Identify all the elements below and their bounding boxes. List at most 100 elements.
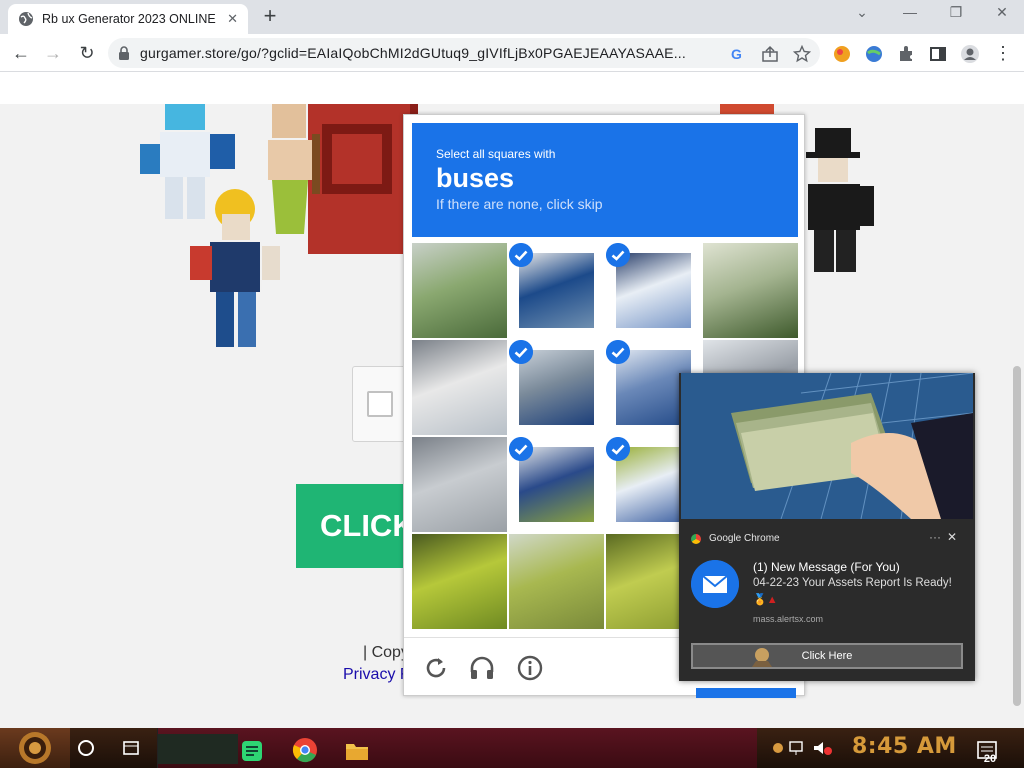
click-here-button[interactable]: Click Here <box>691 643 963 669</box>
captcha-tile[interactable] <box>703 243 798 338</box>
svg-text:G: G <box>731 46 742 62</box>
captcha-tile-image <box>412 340 507 435</box>
extension-orange-icon[interactable] <box>832 44 852 64</box>
taskbar-app-strip <box>157 728 757 768</box>
cash-in-hand-image <box>681 373 973 519</box>
captcha-header: Select all squares with buses If there a… <box>412 123 798 237</box>
side-panel-icon[interactable] <box>928 44 948 64</box>
volume-muted-icon[interactable] <box>812 740 832 756</box>
captcha-tile-image <box>412 437 507 532</box>
search-circle-icon[interactable] <box>70 728 102 768</box>
captcha-tile[interactable] <box>509 243 604 338</box>
captcha-tile[interactable] <box>606 243 701 338</box>
checkmark-icon <box>606 340 630 364</box>
start-orb-icon <box>19 732 51 764</box>
page-scrollbar[interactable] <box>1010 104 1024 728</box>
reload-button[interactable]: ↻ <box>76 42 98 64</box>
notification-source: mass.alertsx.com <box>753 614 824 624</box>
more-options-icon[interactable]: ··· <box>929 530 941 544</box>
notification-count: 20 <box>983 753 997 765</box>
notification-app-name: Google Chrome <box>709 533 780 544</box>
tab-title: Rb ux Generator 2023 ONLINE <box>42 12 216 26</box>
mail-icon <box>691 560 739 608</box>
badge-icon <box>752 648 772 667</box>
medal-warning-icon: 🏅▲ <box>753 594 778 606</box>
checkmark-icon <box>509 437 533 461</box>
notes-app-icon[interactable] <box>240 736 264 766</box>
captcha-instruction: Select all squares with <box>436 147 556 161</box>
captcha-tile[interactable] <box>412 437 507 532</box>
captcha-tile-image <box>509 534 604 629</box>
url-text[interactable]: gurgamer.store/go/?gclid=EAIaIQobChMI2dG… <box>140 45 718 61</box>
captcha-tile[interactable] <box>412 534 507 629</box>
captcha-tile[interactable] <box>509 534 604 629</box>
verify-button[interactable] <box>696 688 796 698</box>
start-button[interactable] <box>0 728 70 768</box>
tab-strip: Rb ux Generator 2023 ONLINE ✕ + ⌄ — ❐ ✕ <box>0 0 1024 34</box>
browser-menu-icon[interactable]: ⋮ <box>992 42 1014 64</box>
info-icon[interactable] <box>516 654 544 682</box>
captcha-hint: If there are none, click skip <box>436 196 603 212</box>
notification-app-row: Google Chrome <box>691 533 780 544</box>
checkmark-icon <box>509 243 533 267</box>
footer-privacy-link[interactable]: Privacy F <box>343 666 410 684</box>
close-window-icon[interactable]: ✕ <box>988 4 1016 21</box>
taskbar-slot-blank[interactable] <box>158 734 238 764</box>
bookmark-star-icon[interactable] <box>793 45 811 63</box>
file-explorer-icon[interactable] <box>344 736 370 766</box>
action-center-icon[interactable]: 20 <box>976 740 998 765</box>
share-icon[interactable] <box>761 45 779 63</box>
captcha-tile[interactable] <box>412 340 507 435</box>
page-header-area <box>0 72 1024 104</box>
reload-icon[interactable] <box>422 654 450 682</box>
captcha-tile-image <box>519 447 594 522</box>
captcha-tile-image <box>519 350 594 425</box>
captcha-target: buses <box>436 163 515 193</box>
click-cta-button[interactable]: CLICK <box>296 484 416 568</box>
lock-icon <box>119 46 129 60</box>
captcha-tile-image <box>703 243 798 338</box>
captcha-tile-image <box>412 534 507 629</box>
captcha-tile-image <box>519 253 594 328</box>
avatar-figure-tuxedo <box>806 128 874 272</box>
close-tab-icon[interactable]: ✕ <box>227 11 238 27</box>
google-translate-icon[interactable]: G <box>729 45 747 63</box>
new-tab-button[interactable]: + <box>258 5 282 29</box>
captcha-tile[interactable] <box>509 437 604 532</box>
captcha-tile-image <box>412 243 507 338</box>
checkbox[interactable] <box>367 391 393 417</box>
browser-tab[interactable]: Rb ux Generator 2023 ONLINE ✕ <box>8 4 248 34</box>
extensions-puzzle-icon[interactable] <box>896 44 916 64</box>
fake-recaptcha-checkbox[interactable] <box>352 366 408 442</box>
chrome-taskbar-icon[interactable] <box>292 735 318 765</box>
forward-button[interactable]: → <box>42 42 64 64</box>
network-icon[interactable] <box>788 740 806 756</box>
checkmark-icon <box>606 243 630 267</box>
task-view-icon[interactable] <box>115 728 147 768</box>
click-here-label: Click Here <box>801 650 853 662</box>
headphones-icon[interactable] <box>468 654 496 682</box>
captcha-tile-image <box>616 253 691 328</box>
back-button[interactable]: ← <box>10 42 32 64</box>
scrollbar-thumb[interactable] <box>1013 366 1021 706</box>
tray-overflow-icon[interactable] <box>770 740 786 756</box>
windows-taskbar: 8:45 AM 20 <box>0 728 1024 768</box>
chrome-logo-icon <box>691 533 701 544</box>
browser-toolbar: ← → ↻ gurgamer.store/go/?gclid=EAIaIQobC… <box>0 34 1024 72</box>
avatar-figure-colorful <box>190 189 280 347</box>
push-notification[interactable]: Google Chrome ··· ✕ (1) New Message (For… <box>679 373 975 681</box>
minimize-icon[interactable]: — <box>896 4 924 20</box>
notification-body: 04-22-23 Your Assets Report Is Ready! <box>753 577 952 589</box>
extension-globe-icon[interactable] <box>864 44 884 64</box>
checkmark-icon <box>509 340 533 364</box>
dismiss-notification-icon[interactable]: ✕ <box>947 530 957 544</box>
restore-icon[interactable]: ❐ <box>942 4 970 21</box>
address-bar[interactable]: gurgamer.store/go/?gclid=EAIaIQobChMI2dG… <box>108 38 820 68</box>
tab-search-icon[interactable]: ⌄ <box>848 4 876 21</box>
profile-avatar-icon[interactable] <box>960 44 980 64</box>
captcha-tile[interactable] <box>509 340 604 435</box>
captcha-tile[interactable] <box>412 243 507 338</box>
checkmark-icon <box>606 437 630 461</box>
taskbar-clock[interactable]: 8:45 AM <box>852 734 957 759</box>
notification-title: (1) New Message (For You) <box>753 560 900 574</box>
